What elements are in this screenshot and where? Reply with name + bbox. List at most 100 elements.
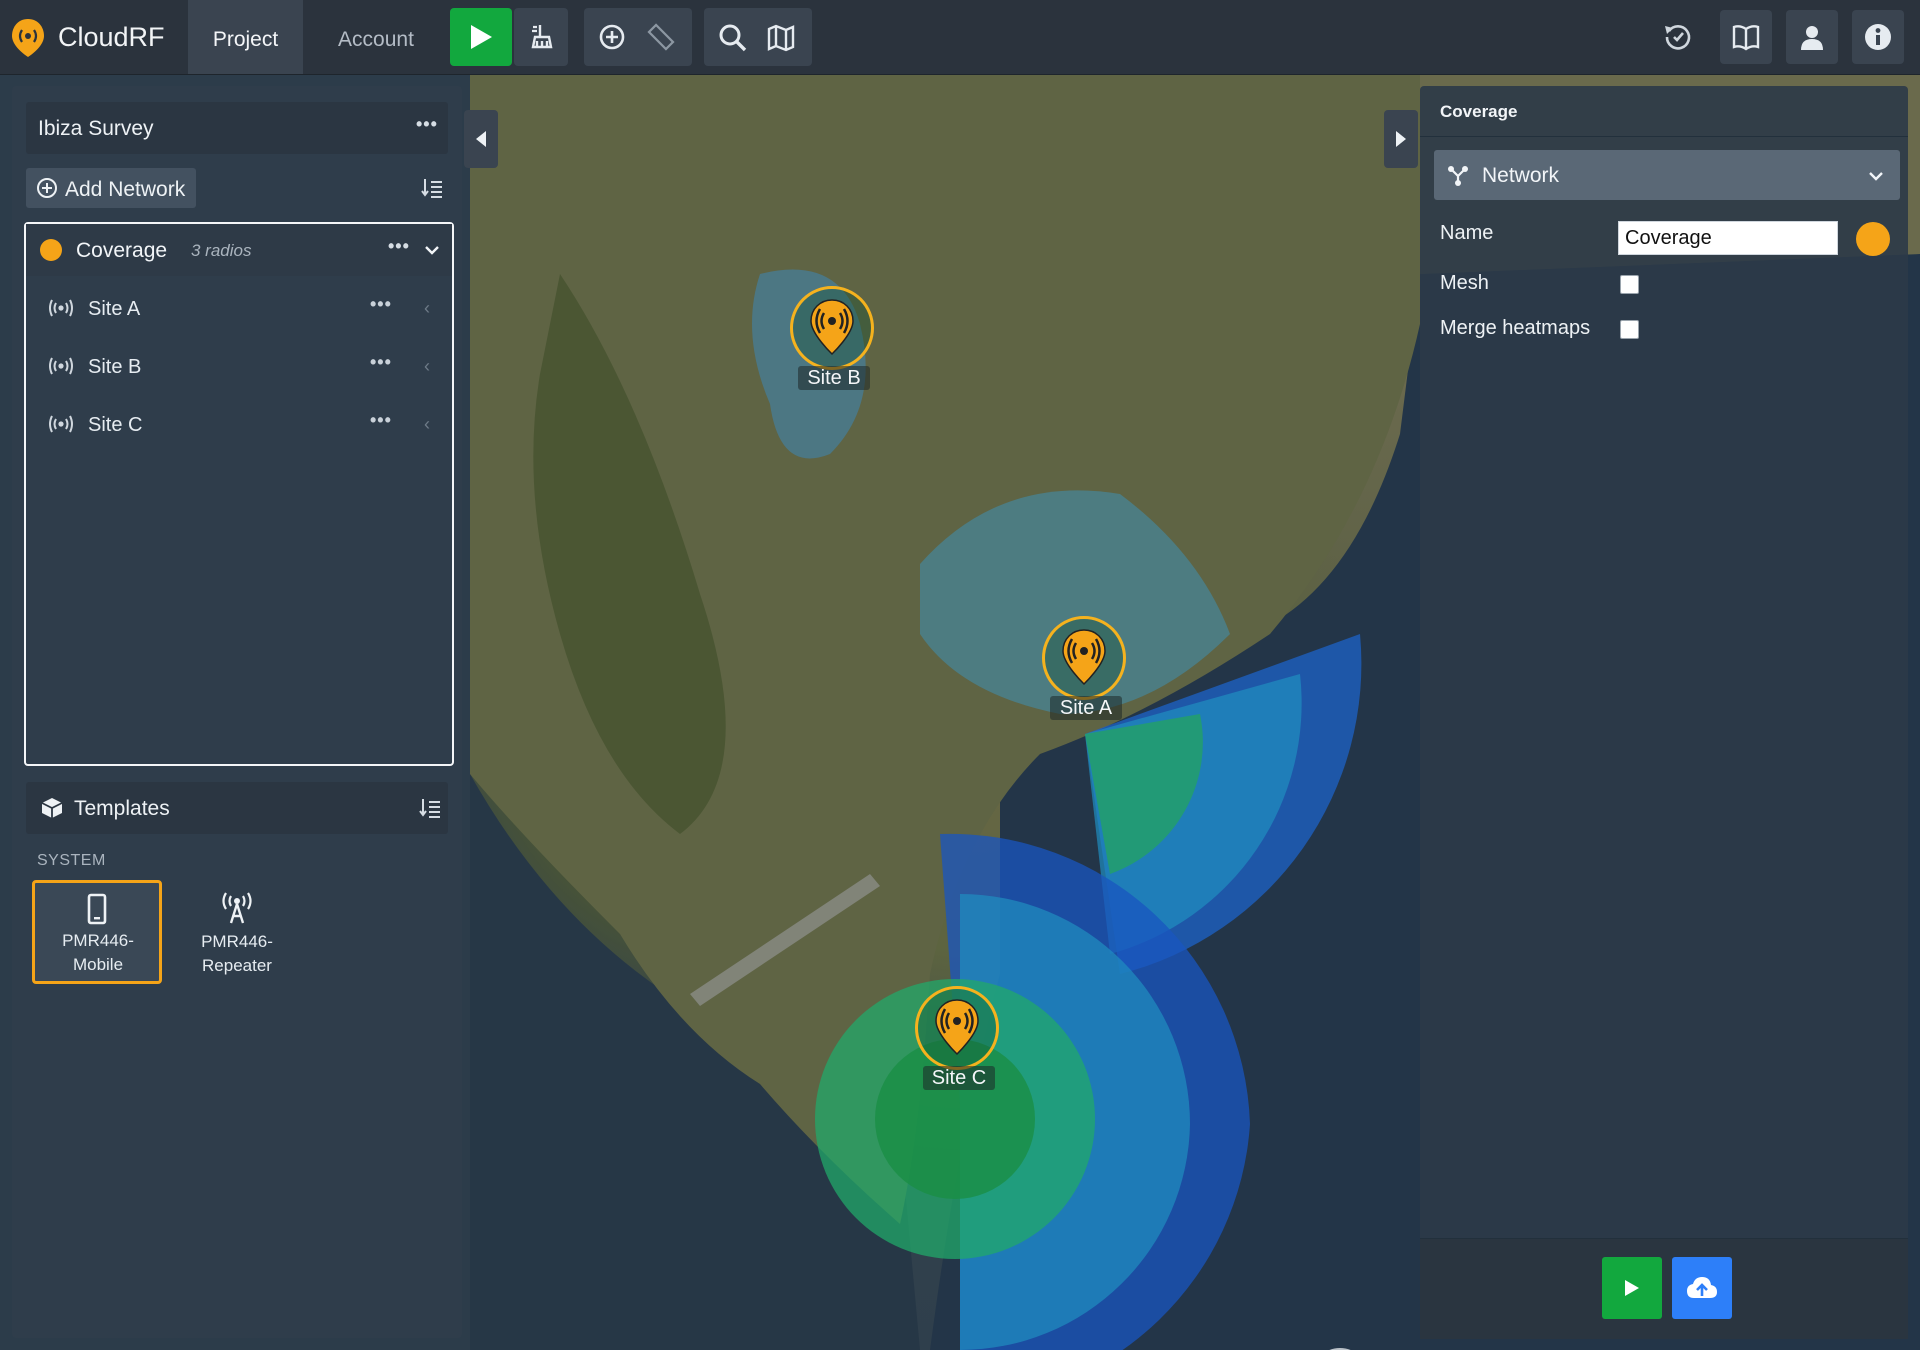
map-layers-button[interactable]	[766, 23, 796, 58]
tab-account[interactable]: Account	[315, 0, 437, 74]
antenna-tower-icon	[222, 892, 252, 924]
sort-networks-icon[interactable]	[420, 176, 444, 200]
cloudrf-logo-icon	[12, 19, 44, 57]
radio-more-icon[interactable]: •••	[370, 352, 392, 373]
broom-icon	[531, 25, 553, 49]
site-c-marker[interactable]: Site C	[915, 986, 1005, 1090]
top-bar: CloudRF Project Account	[0, 0, 1920, 75]
site-b-pin-icon	[810, 299, 854, 356]
site-a-label: Site A	[1050, 696, 1122, 720]
project-header: Ibiza Survey •••	[26, 102, 448, 154]
network-name: Coverage	[76, 239, 168, 262]
add-site-button[interactable]	[598, 23, 626, 56]
project-more-icon[interactable]: •••	[416, 114, 438, 135]
map-icon	[767, 24, 795, 52]
network-settings-panel: Coverage Network Name Mesh Merge heatmap…	[1420, 86, 1908, 1339]
templates-group-label: SYSTEM	[37, 852, 106, 869]
project-panel: Ibiza Survey ••• Add Network Coverage 3 …	[12, 86, 462, 1338]
site-c-pin-icon	[935, 999, 979, 1056]
template-label: PMR446- Repeater	[201, 932, 273, 975]
chevron-left-icon: ‹	[424, 414, 430, 434]
add-network-button[interactable]: Add Network	[26, 168, 196, 208]
add-circle-icon	[599, 24, 625, 50]
site-b-label: Site B	[798, 366, 870, 390]
mesh-label: Mesh	[1440, 272, 1489, 294]
history-icon	[1665, 25, 1691, 50]
radio-label-site-b: Site B	[88, 356, 142, 378]
history-button[interactable]	[1652, 10, 1704, 64]
network-group: Coverage 3 radios ••• Site A ••• ‹ Site …	[24, 222, 454, 766]
radio-icon	[49, 299, 73, 317]
network-header[interactable]: Coverage 3 radios •••	[26, 224, 452, 276]
sort-templates-icon[interactable]	[418, 796, 442, 820]
cube-icon	[41, 798, 63, 818]
network-more-icon[interactable]: •••	[388, 236, 410, 257]
templates-title: Templates	[74, 797, 170, 820]
collapse-left-panel-button[interactable]	[464, 110, 498, 168]
map-tools-group	[584, 8, 692, 66]
run-network-button[interactable]	[1602, 1257, 1662, 1319]
user-icon	[1801, 26, 1823, 50]
name-label: Name	[1440, 222, 1494, 244]
docs-button[interactable]	[1720, 10, 1772, 64]
site-a-marker[interactable]: Site A	[1042, 616, 1132, 720]
radio-more-icon[interactable]: •••	[370, 410, 392, 431]
mesh-checkbox[interactable]	[1620, 275, 1639, 294]
templates-header[interactable]: Templates	[26, 782, 448, 834]
caret-left-icon	[476, 131, 486, 147]
merge-heatmaps-checkbox[interactable]	[1620, 320, 1639, 339]
book-icon	[1732, 25, 1760, 51]
chevron-left-icon: ‹	[424, 356, 430, 376]
site-a-pin-icon	[1062, 629, 1106, 686]
cloud-upload-icon	[1687, 1277, 1717, 1298]
radio-icon	[49, 415, 73, 433]
measure-button[interactable]	[646, 23, 676, 56]
upload-button[interactable]	[1672, 1257, 1732, 1319]
mobile-phone-icon	[87, 893, 107, 925]
network-color-dot	[40, 239, 62, 261]
caret-right-icon	[1396, 131, 1406, 147]
info-button[interactable]	[1852, 10, 1904, 64]
chevron-down-icon	[1869, 172, 1883, 181]
chevron-down-icon[interactable]	[422, 240, 442, 260]
network-nodes-icon	[1448, 166, 1468, 186]
run-button[interactable]	[450, 8, 512, 66]
site-c-label: Site C	[923, 1066, 995, 1090]
network-select-label: Network	[1482, 164, 1560, 187]
merge-heatmaps-label: Merge heatmaps	[1440, 317, 1591, 339]
search-button[interactable]	[718, 23, 748, 58]
tab-project[interactable]: Project	[188, 0, 303, 74]
template-pmr446-mobile[interactable]: PMR446- Mobile	[32, 880, 162, 984]
panel-footer	[1420, 1238, 1908, 1339]
play-icon	[471, 25, 492, 49]
info-icon	[1865, 24, 1891, 50]
radio-row-site-a[interactable]: Site A ••• ‹	[26, 284, 452, 334]
ruler-icon	[647, 23, 675, 51]
panel-divider	[1420, 136, 1908, 137]
search-icon	[719, 24, 747, 52]
panel-title: Coverage	[1440, 102, 1518, 121]
user-button[interactable]	[1786, 10, 1838, 64]
site-b-marker[interactable]: Site B	[790, 286, 880, 390]
app-name: CloudRF	[58, 22, 165, 52]
network-color-picker[interactable]	[1856, 222, 1890, 256]
template-label: PMR446- Mobile	[62, 931, 134, 974]
radio-more-icon[interactable]: •••	[370, 294, 392, 315]
radio-row-site-c[interactable]: Site C ••• ‹	[26, 400, 452, 450]
template-pmr446-repeater[interactable]: PMR446- Repeater	[174, 880, 300, 982]
radio-label-site-c: Site C	[88, 414, 143, 436]
collapse-right-panel-button[interactable]	[1384, 110, 1418, 168]
radio-icon	[49, 357, 73, 375]
add-network-label: Add Network	[65, 178, 186, 201]
search-tools-group	[704, 8, 812, 66]
play-icon	[1625, 1280, 1639, 1296]
chevron-left-icon: ‹	[424, 298, 430, 318]
network-radio-count: 3 radios	[191, 241, 252, 260]
clear-button[interactable]	[514, 8, 568, 66]
add-circle-icon	[37, 178, 57, 198]
radio-row-site-b[interactable]: Site B ••• ‹	[26, 342, 452, 392]
network-select[interactable]: Network	[1434, 150, 1900, 200]
project-title: Ibiza Survey	[38, 117, 154, 140]
network-name-input[interactable]	[1618, 221, 1838, 255]
radio-label-site-a: Site A	[88, 298, 141, 320]
